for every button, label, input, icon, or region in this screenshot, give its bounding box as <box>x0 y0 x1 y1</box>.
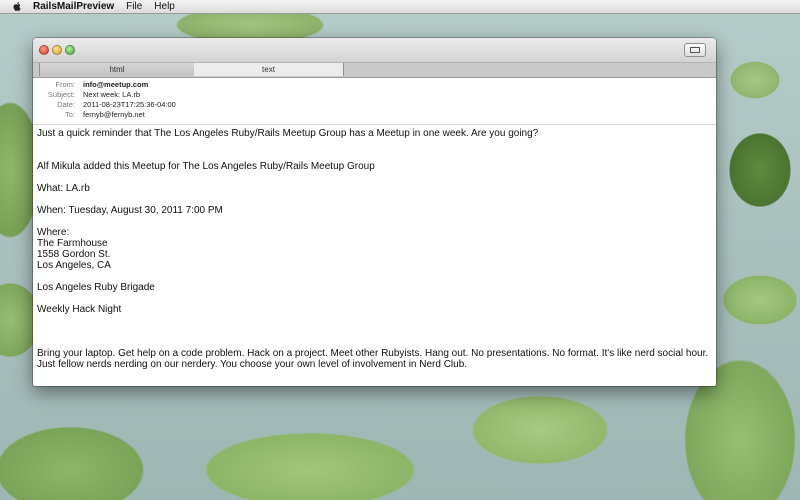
header-label: Subject: <box>47 90 75 99</box>
minimize-window-button[interactable] <box>52 45 62 55</box>
header-label: Date: <box>57 100 75 109</box>
header-value: fernyb@fernyb.net <box>83 110 145 119</box>
body-line: Just a quick reminder that The Los Angel… <box>37 128 539 139</box>
menu-file[interactable]: File <box>126 1 142 12</box>
body-line: Weekly Hack Night <box>37 304 122 315</box>
body-line: The Farmhouse <box>37 238 108 249</box>
mail-preview-window: html text From: info@meetup.com Subject:… <box>33 38 716 386</box>
tab-html[interactable]: html <box>39 63 195 76</box>
toggle-toolbar-button[interactable] <box>684 43 706 57</box>
menu-help[interactable]: Help <box>154 1 175 12</box>
body-line: Just fellow nerds nerding on our nerdery… <box>37 359 468 370</box>
menu-app-name[interactable]: RailsMailPreview <box>33 1 114 12</box>
header-value: 2011-08-23T17:25:36-04:00 <box>83 100 176 109</box>
title-bar[interactable] <box>33 38 716 63</box>
body-line: Where: <box>37 227 70 238</box>
zoom-window-button[interactable] <box>65 45 75 55</box>
toolbar-icon <box>690 47 700 53</box>
body-line: Los Angeles, CA <box>37 260 111 271</box>
body-line: Los Angeles Ruby Brigade <box>37 282 155 293</box>
tab-text[interactable]: text <box>194 63 344 76</box>
header-label: To: <box>64 110 75 119</box>
body-line: What: LA.rb <box>37 183 90 194</box>
apple-logo-icon[interactable] <box>12 1 23 12</box>
body-line: Bring your laptop. Get help on a code pr… <box>37 348 709 359</box>
body-line: 1558 Gordon St. <box>37 249 111 260</box>
body-line: Alf Mikula added this Meetup for The Los… <box>37 161 375 172</box>
close-window-button[interactable] <box>39 45 49 55</box>
body-line: When: Tuesday, August 30, 2011 7:00 PM <box>37 205 223 216</box>
header-label: From: <box>55 80 75 89</box>
mail-headers: From: info@meetup.com Subject: Next week… <box>33 78 716 125</box>
menu-bar: RailsMailPreview File Help <box>0 0 800 14</box>
view-tabs: html text <box>33 63 716 78</box>
header-value: Next week: LA.rb <box>83 90 141 99</box>
mail-body-text[interactable]: Just a quick reminder that The Los Angel… <box>37 128 712 370</box>
header-value: info@meetup.com <box>83 80 149 89</box>
